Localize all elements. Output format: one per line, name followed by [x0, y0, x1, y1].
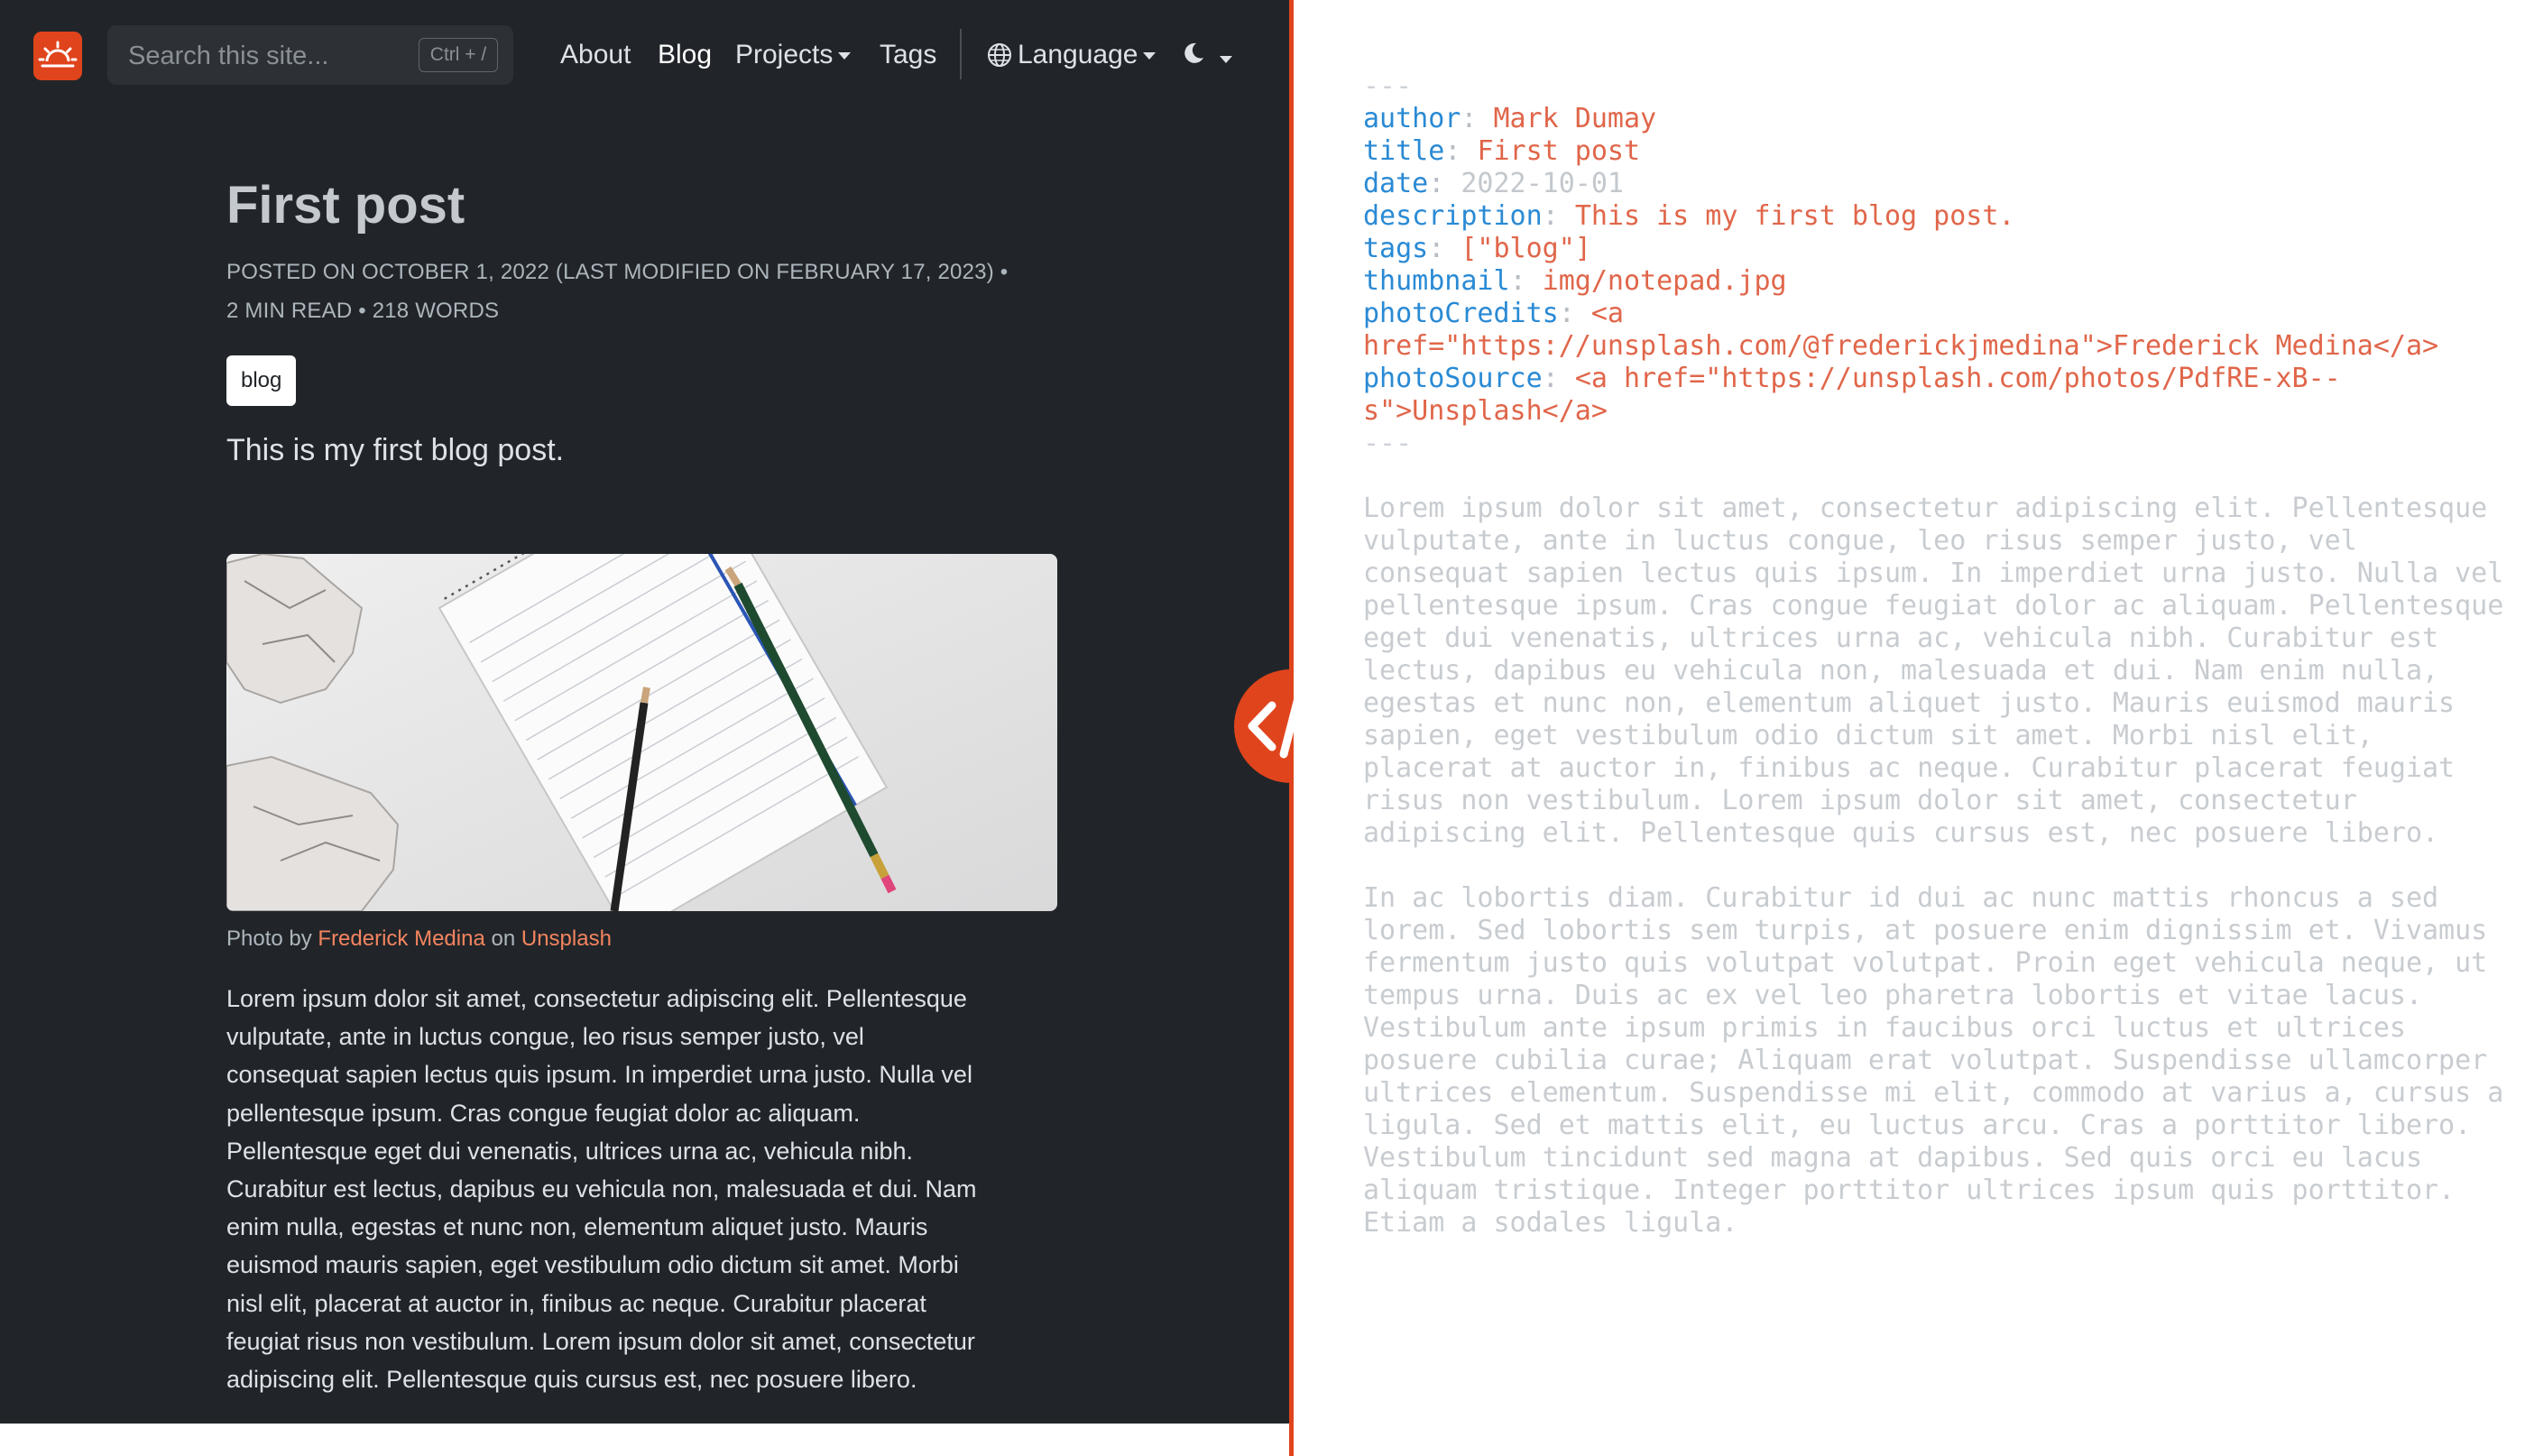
source-line: Vestibulum tincidunt sed magna at dapibu… [1363, 1142, 2422, 1174]
post-thumbnail-image [226, 554, 1057, 911]
nav-item-projects[interactable]: Projects [735, 40, 852, 70]
yaml-key: description [1363, 200, 1543, 232]
source-line: lorem. Sed lobortis sem turpis, at posue… [1363, 915, 2488, 946]
source-line: In ac lobortis diam. Curabitur id dui ac… [1363, 882, 2439, 914]
source-line: lectus, dapibus eu vehicula non, malesua… [1363, 655, 2439, 687]
source-line: vulputate, ante in luctus congue, leo ri… [1363, 525, 2357, 557]
search-shortcut-hint: Ctrl + / [419, 38, 498, 72]
body-line: nisl elit, placerat at auctor in, finibu… [226, 1289, 926, 1317]
yaml-value: img/notepad.jpg [1542, 265, 1787, 297]
yaml-value: Mark Dumay [1493, 103, 1657, 134]
source-line: ultrices elementum. Suspendisse mi elit,… [1363, 1077, 2504, 1109]
yaml-key: thumbnail [1363, 265, 1510, 297]
yaml-value: This is my first blog post. [1574, 200, 2015, 232]
photo-caption: Photo by Frederick Medina on Unsplash [226, 926, 612, 952]
source-line: Lorem ipsum dolor sit amet, consectetur … [1363, 493, 2488, 524]
body-line: pellentesque ipsum. Cras congue feugiat … [226, 1099, 861, 1127]
yaml-value: <a [1590, 298, 1624, 329]
yaml-line-photosource-cont: s">Unsplash</a> [1363, 395, 1608, 427]
body-line: vulputate, ante in luctus congue, leo ri… [226, 1023, 864, 1051]
post-meta-reading: 2 MIN READ • 218 WORDS [226, 299, 500, 323]
moon-icon [1184, 42, 1203, 63]
yaml-line-thumbnail: thumbnail: img/notepad.jpg [1363, 265, 1787, 297]
yaml-line-description: description: This is my first blog post. [1363, 200, 2015, 232]
site-logo[interactable] [33, 32, 82, 80]
yaml-line-photocredits-cont: href="https://unsplash.com/@frederickjme… [1363, 330, 2439, 362]
yaml-key: photoSource [1363, 363, 1543, 394]
nav-item-tags[interactable]: Tags [880, 40, 936, 70]
source-line: Vestibulum ante ipsum primis in faucibus… [1363, 1012, 2406, 1044]
source-line: Etiam a sodales ligula. [1363, 1207, 1738, 1239]
body-line: euismod mauris sapien, eget vestibulum o… [226, 1251, 959, 1279]
language-label: Language [1018, 40, 1138, 69]
yaml-line-author: author: Mark Dumay [1363, 103, 1657, 134]
photo-source-link[interactable]: Unsplash [521, 926, 612, 951]
navbar-divider [960, 29, 962, 79]
source-line: placerat at auctor in, finibus ac neque.… [1363, 752, 2456, 784]
source-line: consequat sapien lectus quis ipsum. In i… [1363, 558, 2504, 589]
tag-badge-blog[interactable]: blog [226, 355, 297, 406]
yaml-line-date: date: 2022-10-01 [1363, 168, 1624, 199]
source-line: egestas et nunc non, elementum aliquet j… [1363, 687, 2456, 719]
theme-toggle[interactable] [1180, 40, 1232, 68]
source-line: ligula. Sed et mattis elit, eu luctus ar… [1363, 1110, 2472, 1141]
navbar: Search this site... Ctrl + / About Blog … [0, 0, 1289, 112]
body-line: adipiscing elit. Pellentesque quis cursu… [226, 1366, 917, 1394]
body-line: enim nulla, egestas et nunc non, element… [226, 1213, 928, 1241]
yaml-value: ["blog"] [1461, 233, 1591, 264]
caption-middle: on [491, 926, 516, 951]
source-line: posuere cubilia curae; Aliquam erat volu… [1363, 1045, 2488, 1076]
source-line: fermentum justo quis volutpat volutpat. … [1363, 947, 2488, 979]
source-line: eget dui venenatis, ultrices urna ac, ve… [1363, 622, 2439, 654]
yaml-line-photocredits: photoCredits: <a [1363, 298, 1624, 329]
yaml-line-tags: tags: ["blog"] [1363, 233, 1591, 264]
yaml-key: photoCredits [1363, 298, 1559, 329]
source-line: adipiscing elit. Pellentesque quis cursu… [1363, 817, 2439, 849]
post-lead: This is my first blog post. [226, 433, 565, 467]
nav-item-about[interactable]: About [560, 40, 631, 70]
nav-item-projects-label: Projects [735, 40, 834, 69]
post-meta-dates: POSTED ON OCTOBER 1, 2022 (LAST MODIFIED… [226, 260, 1009, 284]
nav-item-blog[interactable]: Blog [658, 40, 712, 70]
caption-prefix: Photo by [226, 926, 312, 951]
search-input[interactable]: Search this site... Ctrl + / [107, 25, 513, 85]
chevron-down-icon [1143, 52, 1157, 60]
source-line: aliquam tristique. Integer porttitor ult… [1363, 1175, 2456, 1206]
yaml-key: date [1363, 168, 1429, 199]
globe-icon [988, 43, 1011, 67]
yaml-key: tags [1363, 233, 1429, 264]
page-title: First post [226, 176, 465, 235]
front-matter-fence-open: --- [1363, 70, 1413, 102]
yaml-key: title [1363, 135, 1445, 167]
post-body: Lorem ipsum dolor sit amet, consectetur … [226, 980, 1065, 1398]
source-line: tempus urna. Duis ac ex vel leo pharetra… [1363, 980, 2422, 1011]
search-placeholder: Search this site... [128, 41, 329, 70]
body-line: Pellentesque eget dui venenatis, ultrice… [226, 1137, 913, 1165]
source-panel: --- author: Mark Dumay title: First post… [1294, 0, 2525, 1456]
photo-author-link[interactable]: Frederick Medina [318, 926, 484, 951]
language-dropdown[interactable]: Language [987, 40, 1157, 70]
yaml-value: First post [1477, 135, 1641, 167]
chevron-down-icon [1220, 55, 1232, 63]
yaml-line-photosource: photoSource: <a href="https://unsplash.c… [1363, 363, 2341, 394]
front-matter-fence-close: --- [1363, 428, 1413, 459]
source-line: risus non vestibulum. Lorem ipsum dolor … [1363, 785, 2357, 816]
yaml-line-title: title: First post [1363, 135, 1641, 167]
yaml-value: <a href="https://unsplash.com/photos/Pdf… [1574, 363, 2341, 394]
site-preview-panel: Search this site... Ctrl + / About Blog … [0, 0, 1289, 1424]
yaml-value: 2022-10-01 [1461, 168, 1624, 199]
yaml-key: author [1363, 103, 1461, 134]
source-line: sapien, eget vestibulum odio dictum sit … [1363, 720, 2373, 751]
body-line: Curabitur est lectus, dapibus eu vehicul… [226, 1175, 977, 1203]
source-line: pellentesque ipsum. Cras congue feugiat … [1363, 590, 2504, 622]
body-line: Lorem ipsum dolor sit amet, consectetur … [226, 985, 967, 1012]
sunrise-icon [38, 41, 78, 68]
body-line: consequat sapien lectus quis ipsum. In i… [226, 1061, 972, 1089]
chevron-down-icon [838, 52, 852, 60]
body-line: feugiat risus non vestibulum. Lorem ipsu… [226, 1327, 975, 1355]
